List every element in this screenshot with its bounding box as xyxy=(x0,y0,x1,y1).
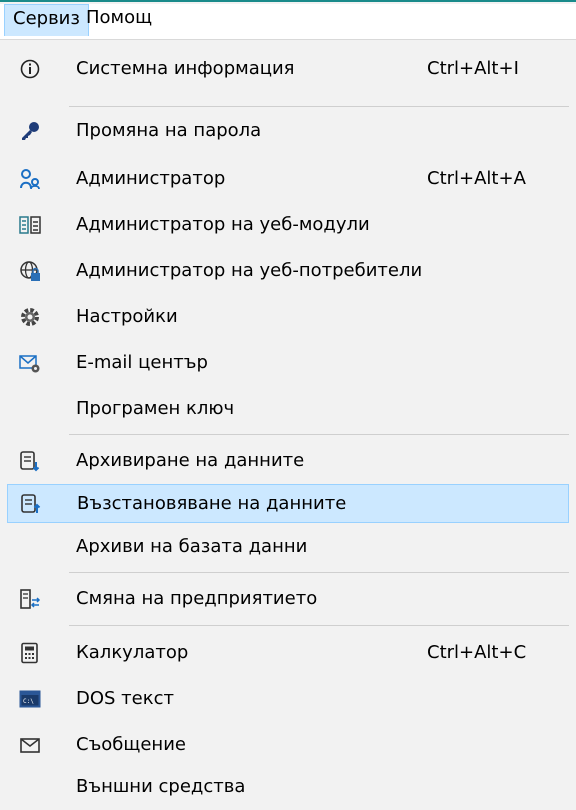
window-accent-line xyxy=(0,0,576,2)
menu-item-label: Администратор на уеб-модули xyxy=(76,214,370,235)
menu-item-shortcut: Ctrl+Alt+C xyxy=(427,642,527,663)
menu-item-label: Системна информация xyxy=(76,58,295,79)
gear-icon xyxy=(19,306,41,328)
menu-help[interactable]: Помощ xyxy=(78,4,160,36)
archive-down-icon xyxy=(19,450,41,472)
menu-item-external-tools[interactable]: Външни средства xyxy=(7,768,569,807)
menu-item-calculator[interactable]: Калкулатор Ctrl+Alt+C xyxy=(7,634,569,673)
menu-item-label: Архивиране на данните xyxy=(76,450,305,471)
menu-item-email-center[interactable]: E-mail център xyxy=(7,344,569,383)
web-modules-icon xyxy=(19,214,41,236)
menu-item-settings[interactable]: Настройки xyxy=(7,298,569,337)
menu-item-label: Администратор xyxy=(76,168,226,189)
menu-item-label: Съобщение xyxy=(76,734,186,755)
menu-item-label: Възстановяване на данните xyxy=(77,493,347,514)
menu-item-label: Програмен ключ xyxy=(76,398,235,419)
menu-separator xyxy=(69,572,569,573)
admin-users-icon xyxy=(19,168,41,190)
envelope-icon xyxy=(19,734,41,756)
restore-up-icon xyxy=(20,493,42,515)
menu-item-system-info[interactable]: Системна информация Ctrl+Alt+I xyxy=(7,50,569,89)
menu-item-database-archives[interactable]: Архиви на базата данни xyxy=(7,528,569,567)
switch-company-icon xyxy=(19,588,41,610)
menu-item-change-password[interactable]: Промяна на парола xyxy=(7,112,569,151)
dos-window-icon: C:\ xyxy=(19,688,41,710)
menu-item-shortcut: Ctrl+Alt+I xyxy=(427,58,519,79)
svg-text:C:\: C:\ xyxy=(23,698,34,705)
menu-item-dos-text[interactable]: C:\ DOS текст xyxy=(7,680,569,719)
menu-item-label: Промяна на парола xyxy=(76,120,262,141)
menu-item-archive-data[interactable]: Архивиране на данните xyxy=(7,442,569,481)
menu-item-label: Външни средства xyxy=(76,776,246,797)
menu-item-web-modules-admin[interactable]: Администратор на уеб-модули xyxy=(7,206,569,245)
menu-bar: Сервиз Помощ xyxy=(0,4,576,40)
info-icon xyxy=(19,58,41,80)
menu-separator xyxy=(69,625,569,626)
globe-lock-icon xyxy=(19,260,41,282)
key-icon xyxy=(19,120,41,142)
calculator-icon xyxy=(19,642,41,664)
menu-item-label: Администратор на уеб-потребители xyxy=(76,260,423,281)
servis-dropdown-menu: Системна информация Ctrl+Alt+I Промяна н… xyxy=(0,40,576,810)
menu-item-program-key[interactable]: Програмен ключ xyxy=(7,390,569,429)
menu-item-administrator[interactable]: Администратор Ctrl+Alt+A xyxy=(7,160,569,199)
menu-item-switch-company[interactable]: Смяна на предприятието xyxy=(7,580,569,619)
menu-item-label: E-mail център xyxy=(76,352,208,373)
menu-item-label: Смяна на предприятието xyxy=(76,588,318,609)
menu-item-label: Архиви на базата данни xyxy=(76,536,308,557)
email-gear-icon xyxy=(19,352,41,374)
menu-item-label: DOS текст xyxy=(76,688,174,709)
menu-item-label: Настройки xyxy=(76,306,178,327)
menu-servis[interactable]: Сервиз xyxy=(4,4,89,36)
menu-separator xyxy=(69,106,569,107)
menu-item-restore-data[interactable]: Възстановяване на данните xyxy=(7,484,569,523)
menu-item-web-users-admin[interactable]: Администратор на уеб-потребители xyxy=(7,252,569,291)
menu-separator xyxy=(69,434,569,435)
menu-item-message[interactable]: Съобщение xyxy=(7,726,569,765)
menu-item-label: Калкулатор xyxy=(76,642,189,663)
menu-item-shortcut: Ctrl+Alt+A xyxy=(427,168,526,189)
